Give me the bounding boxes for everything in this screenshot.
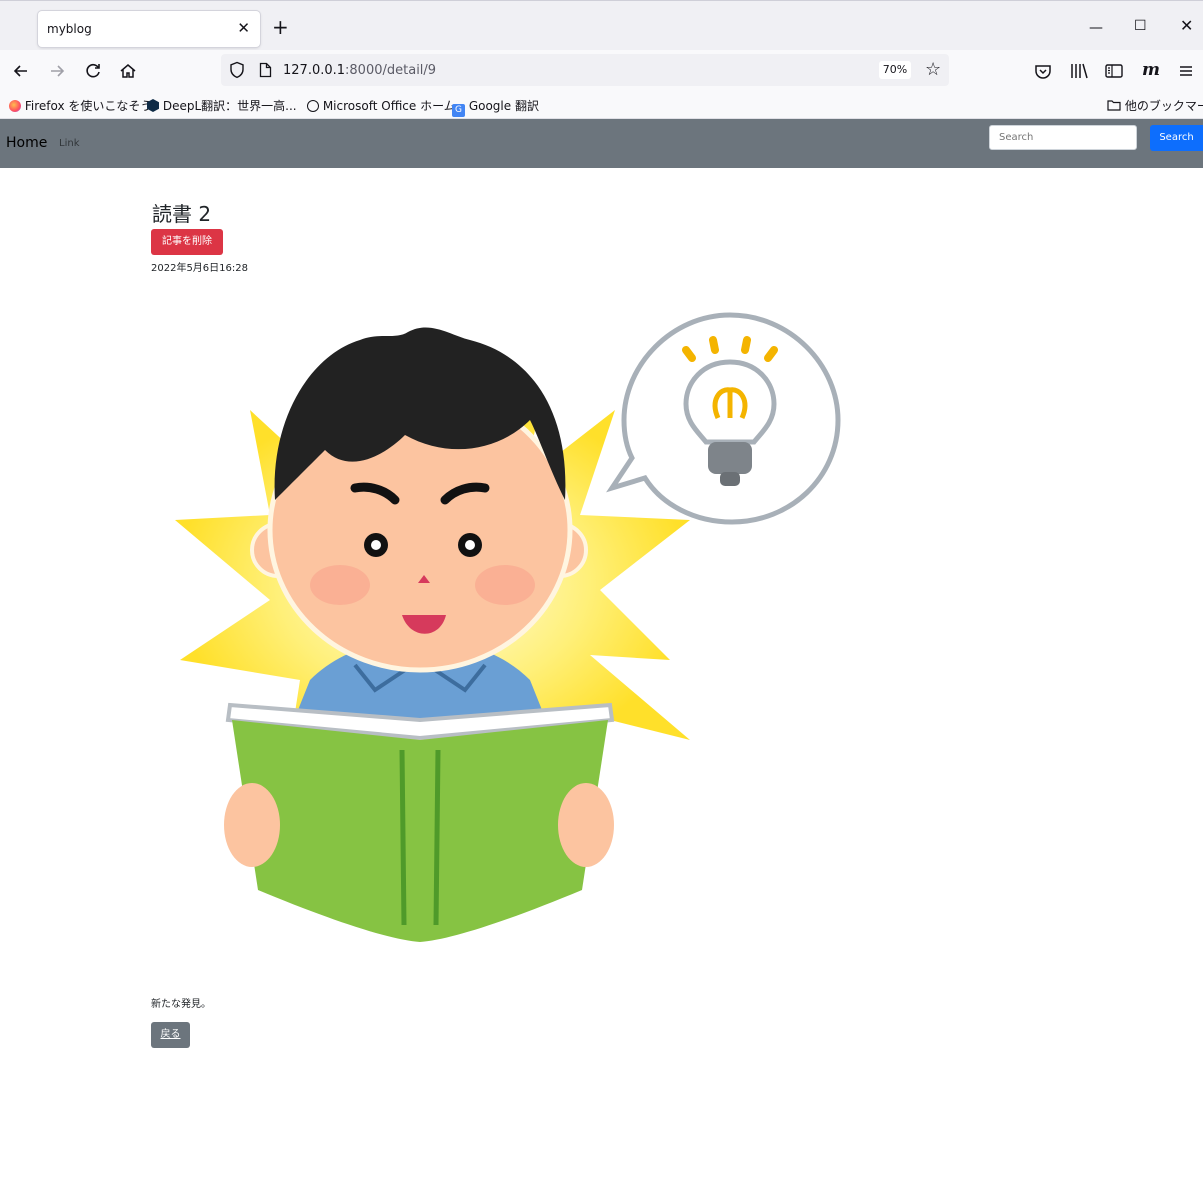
navbar-brand[interactable]: Home [6, 135, 47, 151]
bookmark-office[interactable]: Microsoft Office ホーム [307, 97, 456, 114]
bookmarks-toolbar: Firefox を使いこなそう DeepL翻訳：世界一高... Microsof… [0, 91, 1203, 119]
bookmark-deepl[interactable]: DeepL翻訳：世界一高... [147, 97, 297, 114]
pocket-icon[interactable] [1032, 60, 1054, 82]
search-button[interactable]: Search [1150, 125, 1203, 151]
deepl-logo-icon [147, 99, 159, 112]
library-icon[interactable] [1068, 60, 1090, 82]
maximize-icon[interactable]: ☐ [1134, 19, 1147, 33]
url-text[interactable]: 127.0.0.1:8000/detail/9 [283, 63, 436, 78]
firefox-logo-icon [9, 100, 21, 112]
menu-icon[interactable] [1175, 60, 1197, 82]
delete-article-button[interactable]: 記事を削除 [151, 229, 223, 255]
browser-titlebar: myblog ✕ + — ☐ ✕ [0, 0, 1203, 51]
bookmark-star-icon[interactable]: ☆ [925, 59, 941, 80]
other-bookmarks[interactable]: 他のブックマーク [1107, 97, 1203, 114]
google-translate-icon: G [452, 104, 465, 117]
back-button[interactable]: 戻る [151, 1022, 190, 1048]
browser-tab[interactable]: myblog ✕ [38, 11, 260, 47]
sidebar-icon[interactable] [1103, 60, 1125, 82]
forward-arrow-icon[interactable] [46, 60, 68, 82]
bookmark-google-translate[interactable]: G Google 翻訳 [452, 97, 539, 117]
url-bar[interactable]: 127.0.0.1:8000/detail/9 70% ☆ [221, 54, 949, 86]
folder-icon [1107, 100, 1121, 111]
nav-link[interactable]: Link [59, 138, 79, 149]
minimize-icon[interactable]: — [1089, 21, 1103, 35]
extension-m-icon[interactable]: m [1142, 60, 1160, 80]
article-body: 新たな発見。 [151, 999, 211, 1010]
home-icon[interactable] [117, 60, 139, 82]
zoom-level[interactable]: 70% [879, 61, 911, 79]
shield-icon[interactable] [229, 61, 245, 79]
search-input[interactable] [989, 125, 1137, 150]
reload-icon[interactable] [82, 60, 104, 82]
page-icon [259, 62, 272, 78]
site-navbar: Home Link Search [0, 119, 1203, 168]
globe-icon [307, 100, 319, 112]
reading-idea-illustration [175, 312, 841, 942]
new-tab-icon[interactable]: + [272, 17, 289, 37]
tab-title: myblog [47, 22, 92, 36]
close-window-icon[interactable]: ✕ [1180, 18, 1193, 34]
browser-toolbar: 127.0.0.1:8000/detail/9 70% ☆ m [0, 50, 1203, 91]
close-tab-icon[interactable]: ✕ [237, 19, 250, 37]
back-arrow-icon[interactable] [10, 60, 32, 82]
article-date: 2022年5月6日16:28 [151, 263, 248, 274]
bookmark-firefox[interactable]: Firefox を使いこなそう [9, 97, 152, 114]
article-title: 読書 2 [152, 202, 212, 226]
